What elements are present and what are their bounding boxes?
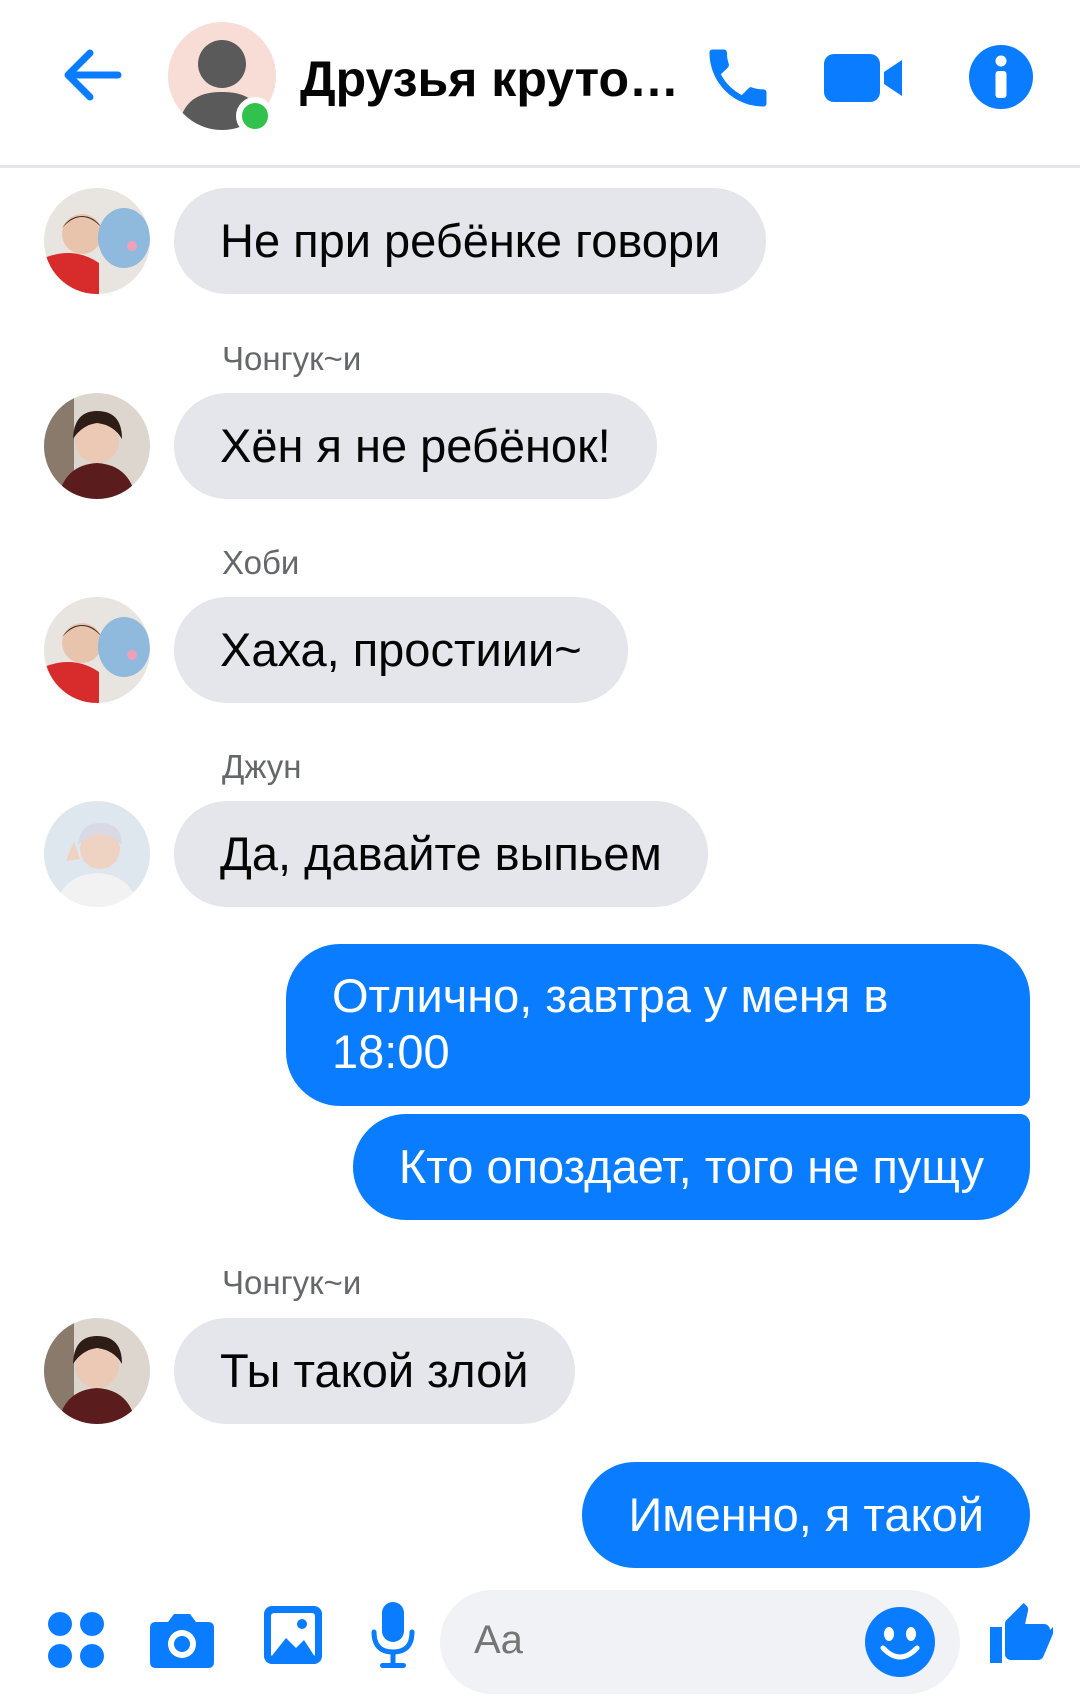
thumbs-up-icon[interactable] — [984, 1600, 1056, 1672]
message-bubble[interactable]: Хён я не ребёнок! — [174, 393, 657, 499]
message-input[interactable] — [474, 1618, 854, 1663]
sender-name: Чонгук~и — [222, 1264, 362, 1301]
info-icon[interactable] — [968, 44, 1034, 110]
sender-name: Чонгук~и — [222, 340, 362, 377]
message-bubble[interactable]: Ты такой злой — [174, 1318, 575, 1424]
message-input-field[interactable] — [440, 1590, 960, 1694]
message-bubble[interactable]: Хаха, простиии~ — [174, 597, 628, 703]
message-bubble-outgoing[interactable]: Именно, я такой — [582, 1462, 1030, 1568]
avatar-joon[interactable] — [44, 801, 150, 907]
microphone-icon[interactable] — [370, 1600, 416, 1672]
avatar-hobi[interactable] — [44, 188, 150, 294]
back-arrow-icon[interactable] — [58, 40, 128, 110]
message-bubble-outgoing[interactable]: Отлично, завтра у меня в 18:00 — [286, 944, 1030, 1106]
camera-icon[interactable] — [148, 1610, 216, 1670]
message-bubble[interactable]: Да, давайте выпьем — [174, 801, 708, 907]
avatar-jungkook[interactable] — [44, 1318, 150, 1424]
emoji-icon[interactable] — [864, 1606, 936, 1678]
sender-name: Джун — [222, 748, 302, 785]
online-status-dot — [236, 97, 274, 135]
message-bubble-outgoing[interactable]: Кто опоздает, того не пущу — [352, 1114, 1030, 1220]
sender-name: Хоби — [222, 544, 300, 581]
message-bubble[interactable]: Не при ребёнке говори — [174, 188, 767, 294]
apps-menu-icon[interactable] — [46, 1610, 106, 1670]
video-camera-icon[interactable] — [822, 48, 904, 108]
avatar-hobi[interactable] — [44, 597, 150, 703]
gallery-icon[interactable] — [262, 1604, 324, 1666]
conversation-title[interactable]: Друзья круто… — [300, 50, 679, 108]
avatar-jungkook[interactable] — [44, 393, 150, 499]
phone-icon[interactable] — [700, 40, 776, 116]
chat-header: Друзья круто… — [0, 0, 1080, 168]
